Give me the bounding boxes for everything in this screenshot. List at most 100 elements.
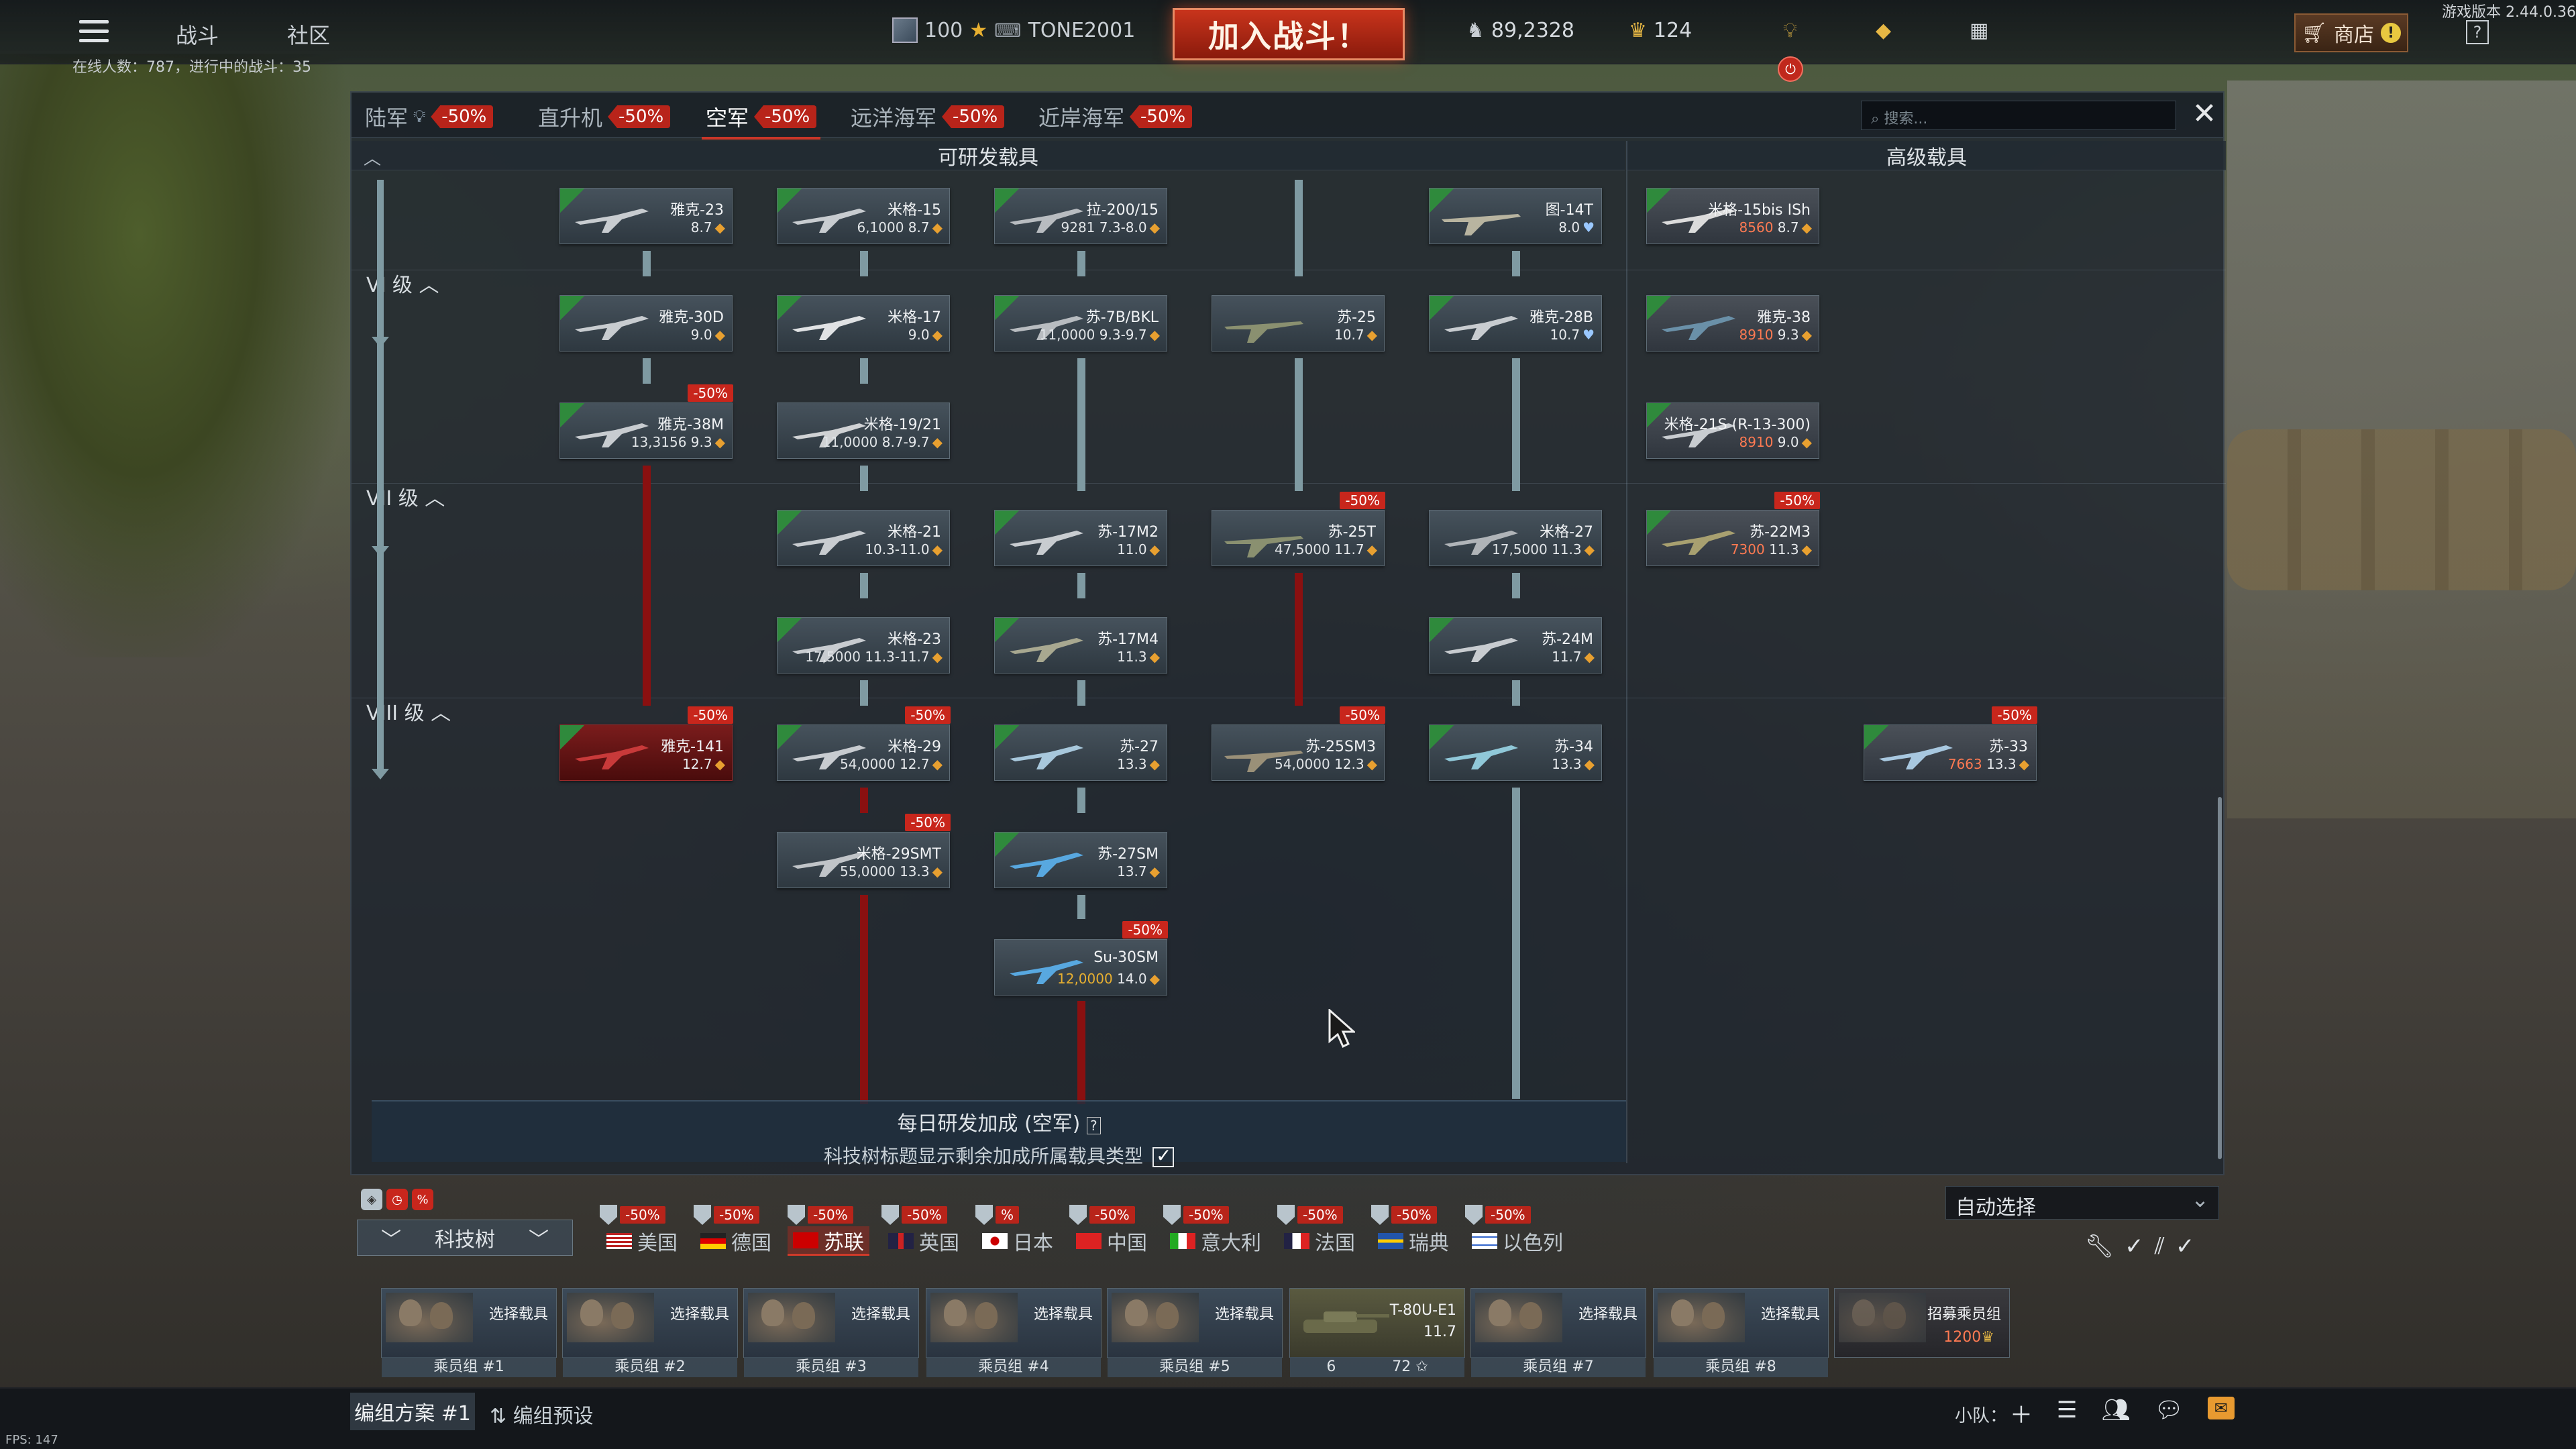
vehicle-su17m4[interactable]: 苏-17M4 11.3 ◆	[994, 617, 1167, 674]
vehicle-mig21s[interactable]: 米格-21S (R-13-300) 8910 9.0 ◆	[1646, 402, 1819, 459]
vehicle-su25sm3[interactable]: -50% 苏-25SM3 54,0000 12.3 ◆	[1212, 706, 1385, 781]
nation-japan[interactable]: 日本	[982, 1226, 1053, 1256]
techtree-button[interactable]: ﹀ 科技树 ﹀	[357, 1220, 573, 1256]
recruit-crew-slot[interactable]: 招募乘员组 1200♛	[1834, 1288, 2010, 1358]
vehicle-su7bkl[interactable]: 苏-7B/BKL 11,0000 9.3-9.7 ◆	[994, 295, 1167, 352]
contacts-icon[interactable]: 👥︎	[2101, 1397, 2130, 1430]
crew-slot-5[interactable]: 选择载具 乘员组 #5	[1107, 1288, 1283, 1377]
vehicle-yak28b[interactable]: 雅克-28B 10.7 ♥	[1429, 295, 1602, 352]
chevron-down-icon: ﹀	[381, 1228, 401, 1252]
vehicle-mig21[interactable]: 米格-21 10.3-11.0 ◆	[777, 510, 950, 566]
crew-slot-1[interactable]: 选择载具 乘员组 #1	[381, 1288, 557, 1377]
ammo-icon[interactable]: ⫽	[2155, 1233, 2165, 1260]
nation-france[interactable]: 法国	[1284, 1226, 1355, 1256]
nation-sweden[interactable]: 瑞典	[1378, 1226, 1449, 1256]
vehicle-su25t[interactable]: -50% 苏-25T 47,5000 11.7 ◆	[1212, 492, 1385, 566]
list-icon[interactable]: ☰	[2057, 1397, 2077, 1430]
lightbulb-icon: 💡︎	[413, 106, 426, 127]
crew-slot-4[interactable]: 选择载具 乘员组 #4	[926, 1288, 1102, 1377]
nation-discount: -50%	[1277, 1205, 1343, 1225]
lightbulb-icon[interactable]: 💡︎	[1783, 19, 1797, 42]
vehicle-yak38m[interactable]: -50% 雅克-38M 13,3156 9.3 ◆	[559, 384, 733, 459]
player-info[interactable]: 100 ★ ⌨ TONE2001	[892, 17, 1135, 43]
crew-slot-3[interactable]: 选择载具 乘员组 #3	[743, 1288, 919, 1377]
menu-icon[interactable]	[79, 20, 109, 44]
vehicle-yak30d[interactable]: 雅克-30D 9.0 ◆	[559, 295, 733, 352]
vehicle-su24m[interactable]: 苏-24M 11.7 ◆	[1429, 617, 1602, 674]
nation-italy[interactable]: 意大利	[1170, 1226, 1261, 1256]
check-icon[interactable]: ✓	[2125, 1233, 2144, 1260]
jet-icon	[1010, 638, 1083, 662]
vehicle-mig17[interactable]: 米格-17 9.0 ◆	[777, 295, 950, 352]
vehicle-su27sm[interactable]: 苏-27SM 13.7 ◆	[994, 832, 1167, 888]
vehicle-su17m2[interactable]: 苏-17M2 11.0 ◆	[994, 510, 1167, 566]
tab-helicopter[interactable]: 直升机 -50%	[538, 102, 671, 131]
nation-usa[interactable]: 美国	[606, 1226, 678, 1256]
vehicle-mig1921[interactable]: 米格-19/21 11,0000 8.7-9.7 ◆	[777, 402, 950, 459]
vehicle-su33[interactable]: -50% 苏-33 7663 13.3 ◆	[1864, 706, 2037, 781]
wrench-icon[interactable]: 🔧︎	[2085, 1233, 2114, 1260]
nav-community[interactable]: 社区	[287, 19, 330, 50]
nav-battle[interactable]: 战斗	[176, 19, 219, 50]
scrollbar[interactable]	[2218, 797, 2222, 1159]
vehicle-yak23[interactable]: 雅克-23 8.7 ◆	[559, 188, 733, 244]
help-button[interactable]: ?	[2466, 20, 2489, 44]
tree-connector	[860, 466, 868, 491]
close-icon[interactable]: ✕	[2188, 99, 2220, 131]
join-battle-button[interactable]: 加入战斗！	[1173, 8, 1405, 60]
vehicle-su27[interactable]: 苏-27 13.3 ◆	[994, 724, 1167, 781]
vehicle-mig27[interactable]: 米格-27 17,5000 11.3 ◆	[1429, 510, 1602, 566]
nation-ussr[interactable]: 苏联	[788, 1226, 869, 1256]
online-count: 在线人数：787，进行中的战斗：35	[72, 59, 311, 76]
tab-bluewater-fleet[interactable]: 远洋海军 -50%	[851, 102, 1005, 131]
percent-icon[interactable]: %	[412, 1189, 433, 1210]
crew-slot-6[interactable]: T-80U-E1 11.7 6 72 ✩	[1289, 1288, 1465, 1377]
nation-israel[interactable]: 以色列	[1472, 1226, 1563, 1256]
checkbox-show-bonus[interactable]	[1152, 1144, 1174, 1167]
coupon-icon[interactable]: ▦	[1970, 19, 1988, 42]
vehicle-mig23[interactable]: 米格-23 17,5000 11.3-11.7 ◆	[777, 617, 950, 674]
crew-slot-2[interactable]: 选择载具 乘员组 #2	[562, 1288, 738, 1377]
crew-slot-7[interactable]: 选择载具 乘员组 #7	[1470, 1288, 1646, 1377]
vehicle-mig29[interactable]: -50% 米格-29 54,0000 12.7 ◆	[777, 706, 951, 781]
vehicle-yak141[interactable]: -50% 雅克-141 12.7 ◆	[559, 706, 733, 781]
vehicle-tu14t[interactable]: 图-14T 8.0 ♥	[1429, 188, 1602, 244]
tab-aviation[interactable]: 空军 -50%	[701, 102, 821, 140]
tab-coastal-fleet[interactable]: 近岸海军 -50%	[1038, 102, 1193, 131]
golden-eagles[interactable]: ♛ 124	[1629, 19, 1692, 42]
nation-germany[interactable]: 德国	[700, 1226, 771, 1256]
chevron-up-icon[interactable]: ︿	[364, 145, 381, 170]
discount-badge: -50%	[905, 814, 951, 831]
preset-list-button[interactable]: ⇅ 编组预设	[490, 1399, 594, 1429]
discount-badge: -50%	[1992, 706, 2037, 724]
shop-button[interactable]: 🛒︎ 商店 !	[2294, 13, 2408, 52]
vehicle-su34[interactable]: 苏-34 13.3 ◆	[1429, 724, 1602, 781]
tree-connector	[643, 358, 651, 384]
add-icon[interactable]: ＋	[2010, 1397, 2033, 1430]
diamond-icon[interactable]: ◆	[1876, 19, 1891, 42]
discount-badge: -50%	[754, 105, 817, 128]
search-input[interactable]: ⌕ 搜索...	[1861, 101, 2176, 130]
help-icon[interactable]: ?	[1086, 1117, 1101, 1134]
chat-icon[interactable]: 💬︎	[2155, 1397, 2184, 1430]
nation-britain[interactable]: 英国	[888, 1226, 959, 1256]
silver-value: 89,2328	[1491, 19, 1574, 42]
vehicle-su25[interactable]: 苏-25 10.7 ◆	[1212, 295, 1385, 352]
vehicle-su30sm[interactable]: -50% Su-30SM 12,0000 14.0 ◆	[994, 921, 1168, 996]
mail-icon[interactable]: ✉	[2207, 1397, 2235, 1419]
crew-slot-8[interactable]: 选择载具 乘员组 #8	[1653, 1288, 1829, 1377]
vehicle-yak38[interactable]: 雅克-38 8910 9.3 ◆	[1646, 295, 1819, 352]
nation-china[interactable]: 中国	[1076, 1226, 1147, 1256]
preset-tab[interactable]: 编组方案 #1	[350, 1393, 475, 1430]
auto-select-dropdown[interactable]: 自动选择	[1945, 1186, 2219, 1220]
check-icon[interactable]: ✓	[2176, 1233, 2195, 1260]
tab-ground[interactable]: 陆军 💡︎ -50%	[365, 102, 494, 131]
vehicle-la200[interactable]: 拉-200/15 9281 7.3-8.0 ◆	[994, 188, 1167, 244]
shield-icon[interactable]: ◈	[361, 1189, 382, 1210]
clock-icon[interactable]: ◷	[386, 1189, 408, 1210]
vehicle-su22m3[interactable]: -50% 苏-22M3 7300 11.3 ◆	[1646, 492, 1820, 566]
vehicle-mig29smt[interactable]: -50% 米格-29SMT 55,0000 13.3 ◆	[777, 814, 951, 888]
vehicle-mig15[interactable]: 米格-15 6,1000 8.7 ◆	[777, 188, 950, 244]
vehicle-mig15bis[interactable]: 米格-15bis ISh 8560 8.7 ◆	[1646, 188, 1819, 244]
timer-icon[interactable]: ⏻	[1778, 56, 1803, 82]
